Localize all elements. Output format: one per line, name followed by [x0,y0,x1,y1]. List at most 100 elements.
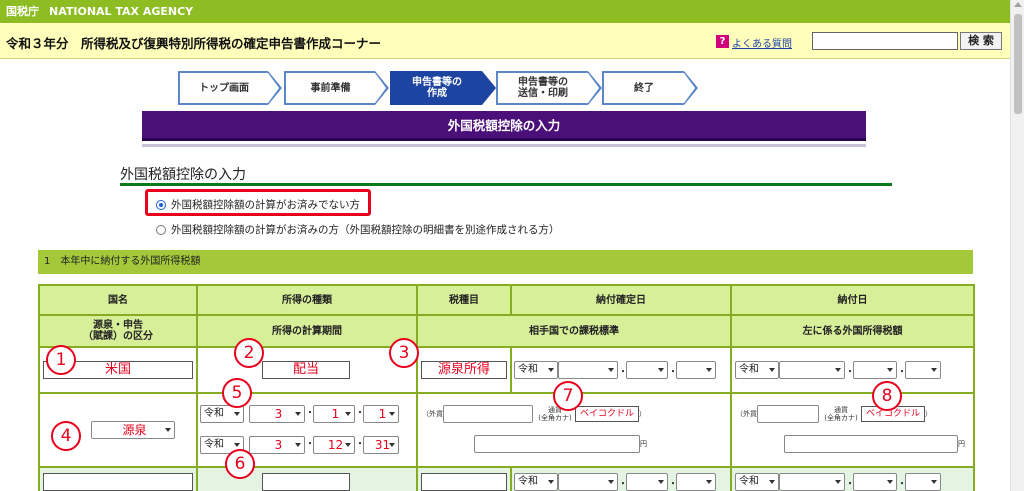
step-label: 申告書等の 送信・印刷 [496,71,588,105]
era-value: 令和 [739,476,759,487]
income-type-input[interactable] [262,473,350,491]
yen-tax-input[interactable] [784,435,958,453]
day-select[interactable] [905,473,941,491]
currency-input[interactable]: ベイコクドル [575,406,640,422]
chevron-down-icon [165,428,171,432]
faq-link[interactable]: よくある質問 [732,35,792,50]
separator: ・ [845,478,855,490]
header-confirmed-date: 納付確定日 [510,284,732,316]
income-type-input[interactable]: 配当 [262,361,350,379]
chevron-down-icon [345,443,351,447]
era-value: 令和 [204,408,224,419]
chevron-down-icon [608,480,614,484]
day-select[interactable] [905,361,941,379]
start-month-select[interactable]: 1 [313,405,355,423]
tax-item-input[interactable] [421,473,507,491]
era-select[interactable]: 令和 [735,361,779,379]
cell-foreign-tax: （外貨 通貨 (全角カナ) ベイコクドル） 円 [730,392,975,468]
close-paren: ） [925,410,933,418]
start-day-select[interactable]: 1 [363,405,399,423]
tax-base-yen-row: 円 [422,430,730,460]
year-select[interactable] [558,361,618,379]
month-select[interactable] [626,473,668,491]
foreign-amount-input[interactable] [443,405,533,423]
era-select[interactable]: 令和 [735,473,779,491]
end-year-select[interactable]: 3 [249,436,305,454]
chevron-down-icon [706,368,712,372]
start-year-select[interactable]: 3 [249,405,305,423]
chevron-down-icon [389,443,395,447]
month-value: 12 [327,438,344,452]
day-select[interactable] [676,361,716,379]
chevron-down-icon [887,368,893,372]
header-foreign-tax: 左に係る外国所得税額 [730,314,975,348]
day-value: 31 [374,438,391,452]
category-select[interactable]: 源泉 [91,421,175,439]
section-heading: 外国税額控除の入力 [120,167,246,183]
search-button[interactable]: 検 索 [960,32,1002,50]
era-select[interactable]: 令和 [514,361,558,379]
end-day-select[interactable]: 31 [363,436,399,454]
currency-label-line: (全角カナ) [538,414,572,422]
header-period: 所得の計算期間 [196,314,418,348]
radio-label[interactable]: 外国税額控除額の計算がお済みの方（外国税額控除の明細書を別途作成される方） [171,222,560,237]
separator: ・ [355,408,365,419]
scrollbar-thumb[interactable] [1014,14,1022,114]
page-title: 令和３年分 所得税及び復興特別所得税の確定申告書作成コーナー [6,36,382,51]
cell-payment-date: 令和 ・ ・ [730,466,975,491]
subsection-bar: 1 本年中に納付する外国所得税額 [38,250,973,274]
chevron-down-icon [608,368,614,372]
step-arrow-inner [375,73,386,103]
table-header-row: 国名 所得の種類 税種目 納付確定日 納付日 [38,284,975,316]
header-payment-date: 納付日 [730,284,975,316]
marker-4: 4 [51,421,81,451]
scroll-up-icon[interactable] [1014,2,1022,7]
agency-name-en[interactable]: NATIONAL TAX AGENCY [49,5,193,18]
cell-country [38,466,198,491]
day-select[interactable] [676,473,716,491]
chevron-down-icon [389,412,395,416]
radio-label[interactable]: 外国税額控除額の計算がお済みでない方 [171,197,360,212]
yen-amount-input[interactable] [474,435,640,453]
month-select[interactable] [853,473,897,491]
yen-label: 円 [640,440,647,448]
vertical-scrollbar[interactable] [1010,0,1024,491]
cell-payment-date: 令和 ・ ・ [730,346,975,394]
step-arrow-inner [482,73,493,103]
end-month-select[interactable]: 12 [313,436,355,454]
month-select[interactable] [853,361,897,379]
foreign-tax-amount-input[interactable] [757,405,819,423]
header: 令和３年分 所得税及び復興特別所得税の確定申告書作成コーナー ? よくある質問 … [0,23,1010,59]
chevron-down-icon [234,412,240,416]
separator: ・ [845,366,855,378]
era-select[interactable]: 令和 [514,473,558,491]
search-input[interactable] [812,32,958,50]
year-select[interactable] [779,473,845,491]
tax-item-input[interactable]: 源泉所得 [421,361,507,379]
era-value: 令和 [739,364,759,375]
country-input[interactable] [43,473,193,491]
radio-checked-icon[interactable] [156,199,166,210]
agency-name-jp: 国税庁 [6,5,39,18]
month-select[interactable] [626,361,668,379]
year-select[interactable] [779,361,845,379]
help-icon[interactable]: ? [716,35,729,48]
foreign-tax-foreign-row: （外貨 通貨 (全角カナ) ベイコクドル） [736,400,973,430]
separator: ・ [305,439,315,450]
radio-not-calculated[interactable]: 外国税額控除額の計算がお済みでない方 [156,197,360,212]
radio-unchecked-icon[interactable] [156,224,166,235]
section-rule [120,183,892,186]
currency-label-line: (全角カナ) [824,414,858,422]
step-label: トップ画面 [178,71,268,105]
chevron-down-icon [769,480,775,484]
month-value: 1 [331,407,340,421]
header-category: 源泉・申告 （賦課）の区分 [38,314,198,348]
year-select[interactable] [558,473,618,491]
page: 国税庁 NATIONAL TAX AGENCY 令和３年分 所得税及び復興特別所得… [0,0,1024,491]
chevron-down-icon [548,480,554,484]
radio-calculated[interactable]: 外国税額控除額の計算がお済みの方（外国税額控除の明細書を別途作成される方） [156,222,560,237]
step-arrow-inner [588,73,599,103]
marker-3: 3 [389,338,419,368]
agency-bar: 国税庁 NATIONAL TAX AGENCY [0,0,1010,23]
header-tax-item: 税種目 [416,284,512,316]
